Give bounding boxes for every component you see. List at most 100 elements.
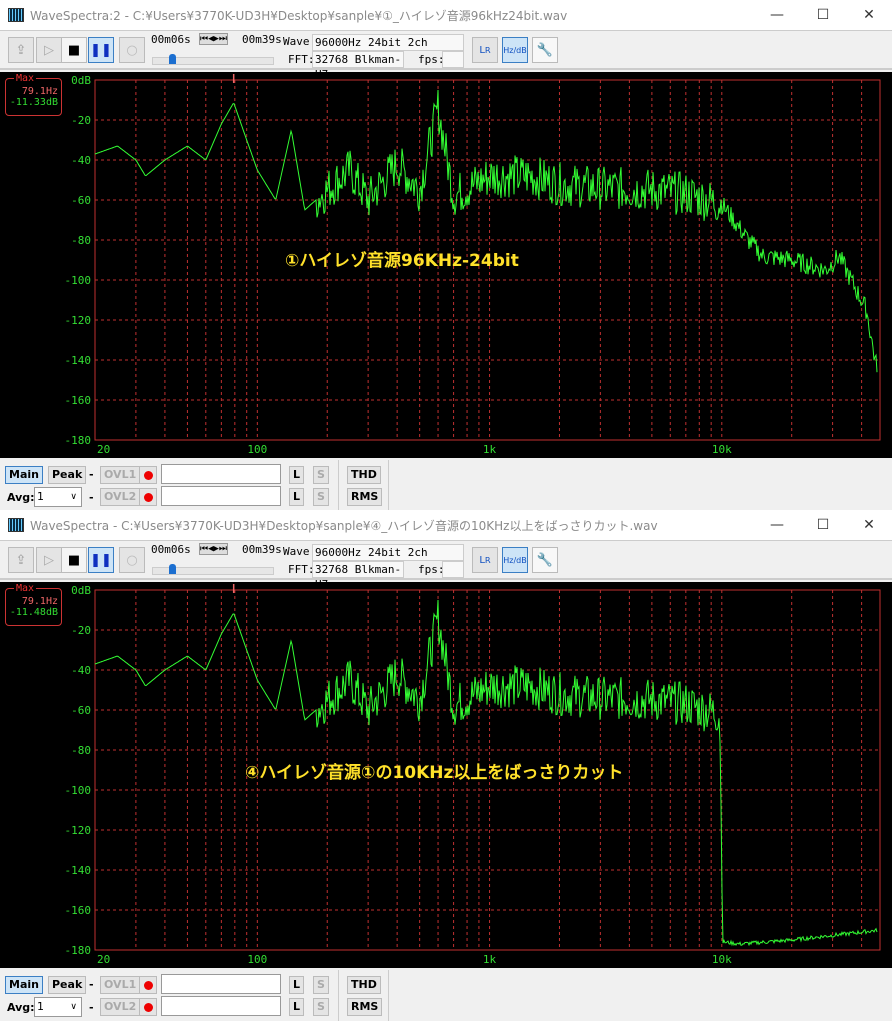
ovl1-button[interactable]: OVL1 bbox=[100, 466, 141, 484]
y-tick-label: -20 bbox=[71, 624, 91, 637]
ovl2-s-button[interactable]: S bbox=[313, 998, 329, 1016]
x-tick-label: 10k bbox=[712, 953, 732, 966]
thd-button[interactable]: THD bbox=[347, 466, 381, 484]
ovl2-button[interactable]: OVL2 bbox=[100, 488, 141, 506]
y-tick-label: -140 bbox=[65, 354, 92, 367]
ovl1-record-button[interactable] bbox=[139, 466, 157, 484]
stop-button[interactable]: ■ bbox=[61, 547, 87, 573]
separator: - bbox=[89, 468, 94, 481]
y-tick-label: -80 bbox=[71, 744, 91, 757]
x-tick-label: 100 bbox=[247, 443, 267, 456]
hz-db-scale-button[interactable]: Hz/dB bbox=[502, 37, 528, 63]
spectrum-trace bbox=[94, 89, 878, 373]
y-tick-label: -60 bbox=[71, 704, 91, 717]
close-button[interactable]: ✕ bbox=[846, 517, 892, 533]
position-slider[interactable] bbox=[152, 54, 274, 65]
ovl2-input[interactable] bbox=[161, 996, 281, 1016]
avg-select[interactable]: 1 ∨ bbox=[34, 487, 82, 507]
ovl1-l-button[interactable]: L bbox=[289, 466, 305, 484]
peak-button[interactable]: Peak bbox=[48, 466, 87, 484]
title-bar: WaveSpectra - C:¥Users¥3770K-UD3H¥Deskto… bbox=[0, 510, 892, 540]
pause-button[interactable]: ❚❚ bbox=[88, 37, 114, 63]
fft-label: FFT: bbox=[288, 563, 315, 576]
channel-lr-button[interactable]: LR bbox=[472, 37, 498, 63]
y-tick-label: -160 bbox=[65, 904, 92, 917]
x-tick-label: 100 bbox=[247, 953, 267, 966]
window-title: WaveSpectra - C:¥Users¥3770K-UD3H¥Deskto… bbox=[30, 518, 658, 533]
fft-setting: 32768 Blkman-H7 bbox=[312, 561, 404, 591]
open-file-button[interactable]: ⇪ bbox=[8, 37, 34, 63]
ovl2-l-button[interactable]: L bbox=[289, 998, 305, 1016]
play-button[interactable]: ▷ bbox=[36, 547, 62, 573]
window-title: WaveSpectra:2 - C:¥Users¥3770K-UD3H¥Desk… bbox=[30, 8, 568, 23]
toolbar: ⇪ ▷ ■ ❚❚ ○ 00m06s ⏮◀▶⏭ 00m39s Wave: 9600… bbox=[0, 30, 892, 81]
max-readout: Max 79.1Hz -11.33dB bbox=[5, 73, 62, 116]
ovl1-s-button[interactable]: S bbox=[313, 976, 329, 994]
thd-button[interactable]: THD bbox=[347, 976, 381, 994]
y-tick-label: -80 bbox=[71, 234, 91, 247]
max-frequency: 79.1Hz bbox=[21, 86, 58, 97]
y-tick-label: -40 bbox=[71, 154, 91, 167]
title-bar: WaveSpectra:2 - C:¥Users¥3770K-UD3H¥Desk… bbox=[0, 0, 892, 30]
spectrum-plot: 0dB -20 -40 -60 -80 -100 -120 -140 -160 -180 20 100… bbox=[0, 72, 892, 458]
chevron-down-icon: ∨ bbox=[70, 1002, 77, 1012]
peak-button[interactable]: Peak bbox=[48, 976, 87, 994]
settings-wrench-icon[interactable]: 🔧 bbox=[532, 547, 558, 573]
ovl1-s-button[interactable]: S bbox=[313, 466, 329, 484]
record-button[interactable]: ○ bbox=[119, 37, 145, 63]
ovl2-button[interactable]: OVL2 bbox=[100, 998, 141, 1016]
y-tick-label: 0dB bbox=[71, 74, 91, 87]
ovl2-l-button[interactable]: L bbox=[289, 488, 305, 506]
avg-select[interactable]: 1 ∨ bbox=[34, 997, 82, 1017]
avg-label: Avg: bbox=[7, 1001, 35, 1014]
main-button[interactable]: Main bbox=[5, 976, 43, 994]
y-tick-label: 0dB bbox=[71, 584, 91, 597]
rms-button[interactable]: RMS bbox=[347, 998, 383, 1016]
y-tick-label: -120 bbox=[65, 824, 92, 837]
ovl2-record-button[interactable] bbox=[139, 488, 157, 506]
x-tick-label: 1k bbox=[483, 953, 497, 966]
annotation-label: ①ハイレゾ音源96KHz-24bit bbox=[285, 251, 519, 271]
settings-wrench-icon[interactable]: 🔧 bbox=[532, 37, 558, 63]
minimize-button[interactable]: — bbox=[754, 7, 800, 23]
hz-db-scale-button[interactable]: Hz/dB bbox=[502, 547, 528, 573]
y-tick-label: -180 bbox=[65, 944, 92, 957]
time-end: 00m39s bbox=[242, 33, 282, 46]
time-end: 00m39s bbox=[242, 543, 282, 556]
minimize-button[interactable]: — bbox=[754, 517, 800, 533]
ovl2-input[interactable] bbox=[161, 486, 281, 506]
record-button[interactable]: ○ bbox=[119, 547, 145, 573]
avg-value: 1 bbox=[37, 490, 44, 503]
channel-lr-button[interactable]: LR bbox=[472, 547, 498, 573]
pause-button[interactable]: ❚❚ bbox=[88, 547, 114, 573]
wavespectra-window: WaveSpectra:2 - C:¥Users¥3770K-UD3H¥Desk… bbox=[0, 0, 892, 511]
open-file-button[interactable]: ⇪ bbox=[8, 547, 34, 573]
ovl2-record-button[interactable] bbox=[139, 998, 157, 1016]
y-tick-label: -60 bbox=[71, 194, 91, 207]
y-tick-label: -20 bbox=[71, 114, 91, 127]
main-button[interactable]: Main bbox=[5, 466, 43, 484]
transport-seek-buttons[interactable]: ⏮◀▶⏭ bbox=[199, 33, 229, 45]
time-start: 00m06s bbox=[151, 543, 191, 556]
spectrum-plot: 0dB -20 -40 -60 -80 -100 -120 -140 -160 -180 20 100… bbox=[0, 582, 892, 968]
ovl1-record-button[interactable] bbox=[139, 976, 157, 994]
transport-seek-buttons[interactable]: ⏮◀▶⏭ bbox=[199, 543, 229, 555]
ovl1-input[interactable] bbox=[161, 464, 281, 484]
close-button[interactable]: ✕ bbox=[846, 7, 892, 23]
position-slider[interactable] bbox=[152, 564, 274, 575]
play-button[interactable]: ▷ bbox=[36, 37, 62, 63]
slider-thumb[interactable] bbox=[169, 564, 176, 574]
maximize-button[interactable]: ☐ bbox=[800, 7, 846, 23]
maximize-button[interactable]: ☐ bbox=[800, 517, 846, 533]
rms-button[interactable]: RMS bbox=[347, 488, 383, 506]
stop-button[interactable]: ■ bbox=[61, 37, 87, 63]
x-tick-label: 20 bbox=[97, 953, 110, 966]
ovl1-l-button[interactable]: L bbox=[289, 976, 305, 994]
ovl1-button[interactable]: OVL1 bbox=[100, 976, 141, 994]
fft-label: FFT: bbox=[288, 53, 315, 66]
ovl2-s-button[interactable]: S bbox=[313, 488, 329, 506]
y-tick-label: -100 bbox=[65, 274, 92, 287]
slider-thumb[interactable] bbox=[169, 54, 176, 64]
ovl1-input[interactable] bbox=[161, 974, 281, 994]
app-icon bbox=[8, 8, 24, 22]
